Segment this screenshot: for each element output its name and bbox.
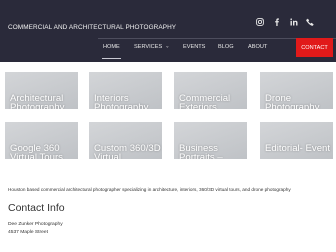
chevron-down-icon: ⌄ bbox=[165, 43, 170, 50]
contact-street: 4537 Maple Street bbox=[8, 230, 48, 235]
tile-architectural-photography[interactable]: Architectural Photography bbox=[5, 72, 78, 109]
tile-custom-360-3d-virtual[interactable]: Custom 360/3D Virtual bbox=[89, 122, 162, 159]
tile-editorial-event[interactable]: Editorial- Event bbox=[260, 122, 333, 159]
tile-label: Custom 360/3D Virtual bbox=[94, 143, 161, 159]
nav-home[interactable]: HOME bbox=[102, 44, 121, 59]
nav-services-label: SERVICES bbox=[134, 44, 163, 50]
tile-label: Drone Photography bbox=[265, 93, 320, 109]
tile-label: Interiors Photography bbox=[94, 93, 149, 109]
contact-company: Dee Zunker Photography bbox=[8, 222, 63, 227]
tile-label: Editorial- Event bbox=[265, 143, 331, 154]
nav-services[interactable]: SERVICES ⌄ bbox=[134, 44, 169, 51]
linkedin-icon[interactable] bbox=[288, 16, 300, 28]
tile-commercial-exteriors[interactable]: Commercial Exteriors bbox=[174, 72, 247, 109]
tile-interiors-photography[interactable]: Interiors Photography bbox=[89, 72, 162, 109]
phone-icon[interactable] bbox=[304, 16, 316, 28]
instagram-icon[interactable] bbox=[254, 16, 266, 28]
tagline: Houston based commercial architectural p… bbox=[8, 187, 291, 192]
tile-label: Google 360 Virtual Tours bbox=[10, 143, 63, 159]
tile-business-portraits[interactable]: Business Portraits – bbox=[174, 122, 247, 159]
tile-label: Business Portraits – bbox=[179, 143, 223, 159]
site-brand[interactable]: COMMERCIAL AND ARCHITECTURAL PHOTOGRAPHY bbox=[8, 24, 176, 31]
tile-google-360-virtual-tours[interactable]: Google 360 Virtual Tours bbox=[5, 122, 78, 159]
nav-blog[interactable]: BLOG bbox=[218, 44, 234, 51]
tile-label: Architectural Photography bbox=[10, 93, 65, 109]
nav-about[interactable]: ABOUT bbox=[248, 44, 267, 51]
site-header: COMMERCIAL AND ARCHITECTURAL PHOTOGRAPHY… bbox=[0, 0, 336, 62]
tile-label: Commercial Exteriors bbox=[179, 93, 231, 109]
facebook-icon[interactable] bbox=[271, 16, 283, 28]
contact-button[interactable]: CONTACT bbox=[296, 38, 333, 57]
tile-drone-photography[interactable]: Drone Photography bbox=[260, 72, 333, 109]
nav-events[interactable]: EVENTS bbox=[183, 44, 205, 51]
contact-heading: Contact Info bbox=[8, 202, 65, 214]
